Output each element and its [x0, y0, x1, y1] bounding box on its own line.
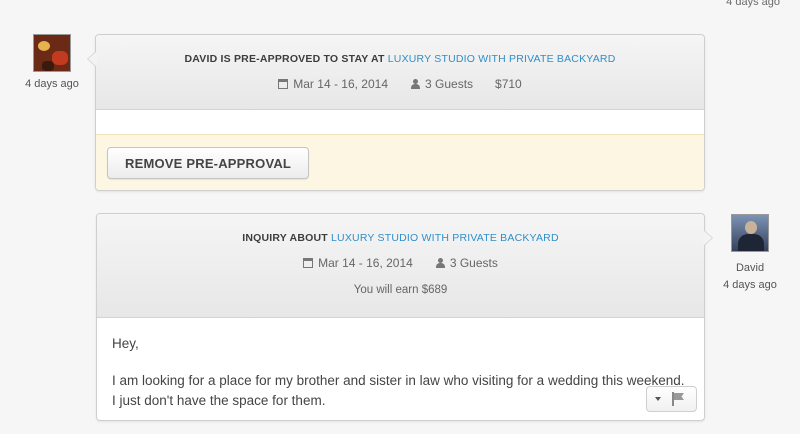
inquiry-card: INQUIRY ABOUT Luxury studio with private…	[96, 213, 713, 421]
listing-link[interactable]: Luxury studio with private backyard	[388, 53, 616, 65]
reservation-price: $710	[495, 77, 522, 91]
host-message-timestamp: 4 days ago	[25, 78, 79, 90]
caret-down-icon[interactable]	[655, 397, 661, 401]
inquiry-details: Mar 14 - 16, 2014 3 Guests	[97, 256, 704, 270]
guest-sender: David 4 days ago	[712, 214, 788, 291]
timestamp-previous: 4 days ago	[726, 0, 780, 8]
inquiry-title: INQUIRY ABOUT Luxury studio with private…	[97, 232, 704, 244]
dates-text: Mar 14 - 16, 2014	[318, 256, 413, 270]
inquiry-guest-count: 3 Guests	[435, 256, 498, 270]
guest-count: 3 Guests	[410, 77, 473, 91]
flag-menu-button[interactable]	[646, 386, 697, 412]
flag-icon[interactable]	[671, 392, 685, 406]
guests-text: 3 Guests	[425, 77, 474, 91]
person-icon	[410, 79, 421, 89]
pre-approval-title: DAVID IS PRE-APPROVED TO STAY AT Luxury …	[96, 53, 704, 65]
guest-message-timestamp: 4 days ago	[723, 279, 777, 291]
pre-approval-title-text: DAVID IS PRE-APPROVED TO STAY AT	[184, 53, 385, 65]
calendar-icon	[303, 258, 314, 268]
pre-approval-spacer	[96, 110, 704, 134]
message-greeting: Hey,	[112, 336, 139, 351]
message-text: I am looking for a place for my brother …	[112, 373, 685, 408]
dates-text: Mar 14 - 16, 2014	[293, 77, 388, 91]
message-body: Hey, I am looking for a place for my bro…	[97, 318, 704, 411]
guest-avatar[interactable]	[731, 214, 769, 252]
person-icon	[435, 258, 446, 268]
host-avatar[interactable]	[33, 34, 71, 72]
reservation-dates: Mar 14 - 16, 2014	[278, 77, 388, 91]
pre-approval-header: DAVID IS PRE-APPROVED TO STAY AT Luxury …	[96, 35, 704, 110]
listing-link[interactable]: Luxury studio with private backyard	[331, 232, 559, 244]
remove-pre-approval-button[interactable]: REMOVE PRE-APPROVAL	[107, 147, 310, 179]
guests-text: 3 Guests	[449, 256, 498, 270]
inquiry-dates: Mar 14 - 16, 2014	[303, 256, 413, 270]
inquiry-header: INQUIRY ABOUT Luxury studio with private…	[97, 214, 704, 318]
host-sender: 4 days ago	[14, 34, 90, 90]
earnings-text: You will earn $689	[353, 284, 448, 296]
inquiry-title-text: INQUIRY ABOUT	[242, 232, 328, 244]
reservation-details: Mar 14 - 16, 2014 3 Guests $710	[96, 77, 704, 91]
calendar-icon	[278, 79, 289, 89]
pre-approval-actions: REMOVE PRE-APPROVAL	[96, 134, 704, 190]
pre-approval-card: DAVID IS PRE-APPROVED TO STAY AT Luxury …	[87, 34, 705, 191]
guest-name[interactable]: David	[712, 262, 788, 274]
